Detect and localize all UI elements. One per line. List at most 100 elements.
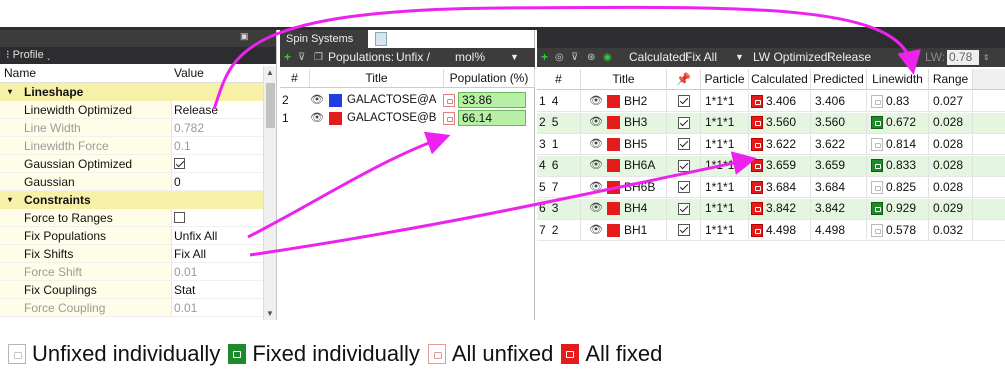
linewidth-cell[interactable]: 0.83: [867, 91, 929, 111]
pin-cell[interactable]: [667, 91, 701, 111]
populations-dropdown[interactable]: Unfix /: [396, 48, 430, 67]
all-fixed-lock-icon[interactable]: [751, 202, 763, 215]
property-row[interactable]: Fix Couplings Stat: [0, 281, 276, 299]
title-cell[interactable]: 👁 BH4: [581, 198, 667, 219]
pin-cell[interactable]: [667, 220, 701, 240]
title-cell[interactable]: 👁 BH1: [581, 220, 667, 240]
pin-checkbox[interactable]: [677, 224, 690, 236]
all-fixed-lock-icon[interactable]: [751, 159, 763, 172]
spin-row[interactable]: 2 👁 GALACTOSE@A 33.86: [280, 91, 535, 109]
color-swatch[interactable]: [607, 180, 620, 194]
shift-row[interactable]: 5 7 👁 BH6B 1*1*1 3.684 3.684 0.825 0.028: [537, 177, 1005, 198]
settings-icon[interactable]: ⊛: [587, 48, 595, 67]
property-scrollbar[interactable]: ▲ ▼: [263, 66, 276, 320]
property-value[interactable]: Unfix All: [172, 227, 264, 244]
fixed-individually-lock-icon[interactable]: [871, 202, 883, 215]
pin-checkbox[interactable]: [677, 159, 690, 172]
linewidth-value[interactable]: 0.578: [886, 220, 916, 241]
pin-checkbox[interactable]: [677, 138, 690, 150]
force-to-ranges-checkbox[interactable]: [174, 212, 185, 224]
color-swatch[interactable]: [329, 111, 342, 125]
unfixed-individually-lock-icon[interactable]: [871, 180, 883, 194]
calculated-value[interactable]: 3.842: [766, 198, 796, 219]
property-value[interactable]: 0: [172, 173, 264, 190]
category-lineshape[interactable]: ▾ Lineshape: [0, 83, 276, 101]
pin-checkbox[interactable]: [677, 95, 690, 107]
fixed-individually-lock-icon[interactable]: [871, 159, 883, 172]
calculated-value[interactable]: 3.659: [766, 155, 796, 176]
calculated-cell[interactable]: 3.684: [749, 177, 811, 197]
property-value[interactable]: Release: [172, 101, 264, 118]
add-icon[interactable]: +: [284, 48, 291, 67]
property-row[interactable]: Fix Shifts Fix All: [0, 245, 276, 263]
scroll-down-icon[interactable]: ▼: [266, 309, 274, 318]
property-value[interactable]: 0.01: [172, 299, 264, 316]
linewidth-value[interactable]: 0.672: [886, 112, 916, 133]
lw-optimized-dropdown[interactable]: Release: [827, 48, 871, 67]
title-cell[interactable]: 👁 BH6A: [581, 155, 667, 176]
property-value[interactable]: 0.1: [172, 137, 264, 154]
property-row[interactable]: Line Width 0.782: [0, 119, 276, 137]
eye-icon[interactable]: 👁: [589, 134, 603, 155]
category-constraints[interactable]: ▾ Constraints: [0, 191, 276, 209]
filter-icon[interactable]: ⊽: [298, 48, 305, 67]
calculated-value[interactable]: 3.560: [766, 112, 796, 133]
linewidth-cell[interactable]: 0.833: [867, 155, 929, 176]
pin-cell[interactable]: [667, 155, 701, 176]
eye-icon[interactable]: 👁: [589, 220, 603, 241]
calculated-dropdown[interactable]: Fix All: [685, 48, 717, 67]
all-unfixed-lock-icon[interactable]: [443, 93, 455, 107]
scroll-up-icon[interactable]: ▲: [266, 68, 274, 77]
property-row[interactable]: Gaussian Optimized: [0, 155, 276, 173]
calculated-cell[interactable]: 3.842: [749, 198, 811, 219]
pin-icon[interactable]: ▣: [240, 31, 250, 41]
calculated-value[interactable]: 3.622: [766, 134, 796, 155]
title-cell[interactable]: 👁 BH3: [581, 112, 667, 133]
shift-row[interactable]: 7 2 👁 BH1 1*1*1 4.498 4.498 0.578 0.032: [537, 220, 1005, 241]
all-fixed-lock-icon[interactable]: [751, 94, 763, 108]
eye-icon[interactable]: 👁: [310, 91, 324, 109]
unfixed-individually-lock-icon[interactable]: [871, 94, 883, 108]
linewidth-cell[interactable]: 0.578: [867, 220, 929, 240]
title-cell[interactable]: 👁 BH2: [581, 91, 667, 111]
add-icon[interactable]: +: [541, 48, 548, 67]
property-value[interactable]: 0.01: [172, 263, 264, 280]
linewidth-cell[interactable]: 0.929: [867, 198, 929, 219]
shift-row[interactable]: 3 1 👁 BH5 1*1*1 3.622 3.622 0.814 0.028: [537, 134, 1005, 155]
all-fixed-lock-icon[interactable]: [751, 223, 763, 237]
calculated-value[interactable]: 3.684: [766, 177, 796, 198]
color-swatch[interactable]: [607, 116, 620, 129]
chevron-down-icon[interactable]: ▼: [735, 48, 744, 67]
title-cell[interactable]: 👁 BH5: [581, 134, 667, 154]
view-icon[interactable]: ◎: [555, 48, 564, 67]
color-swatch[interactable]: [607, 223, 620, 237]
spin-systems-tab[interactable]: Spin Systems: [280, 30, 368, 48]
shift-row[interactable]: 1 4 👁 BH2 1*1*1 3.406 3.406 0.83 0.027: [537, 91, 1005, 112]
collapse-icon[interactable]: ▾: [0, 191, 14, 209]
copy-icon[interactable]: ❐: [314, 48, 323, 67]
collapse-icon[interactable]: ▾: [0, 83, 14, 101]
shift-row[interactable]: 2 5 👁 BH3 1*1*1 3.560 3.560 0.672 0.028: [537, 112, 1005, 134]
color-swatch[interactable]: [329, 93, 342, 107]
calculated-cell[interactable]: 4.498: [749, 220, 811, 240]
property-row[interactable]: Force to Ranges: [0, 209, 276, 227]
all-fixed-lock-icon[interactable]: [751, 116, 763, 129]
property-value[interactable]: [172, 209, 264, 226]
property-row[interactable]: Force Coupling 0.01: [0, 299, 276, 317]
color-swatch[interactable]: [607, 137, 620, 151]
property-row[interactable]: Gaussian 0: [0, 173, 276, 191]
property-row[interactable]: Linewidth Force 0.1: [0, 137, 276, 155]
calculated-cell[interactable]: 3.659: [749, 155, 811, 176]
pin-checkbox[interactable]: [677, 181, 690, 193]
units-dropdown[interactable]: mol%: [455, 48, 485, 67]
linewidth-value[interactable]: 0.83: [886, 91, 909, 112]
property-value[interactable]: Fix All: [172, 245, 264, 262]
pin-checkbox[interactable]: [677, 202, 690, 215]
unfixed-individually-lock-icon[interactable]: [871, 137, 883, 151]
linewidth-value[interactable]: 0.825: [886, 177, 916, 198]
calculated-cell[interactable]: 3.560: [749, 112, 811, 133]
population-value[interactable]: 33.86: [458, 92, 526, 108]
eye-icon[interactable]: 👁: [589, 91, 603, 112]
property-value[interactable]: 0.782: [172, 119, 264, 136]
eye-icon[interactable]: 👁: [589, 177, 603, 198]
